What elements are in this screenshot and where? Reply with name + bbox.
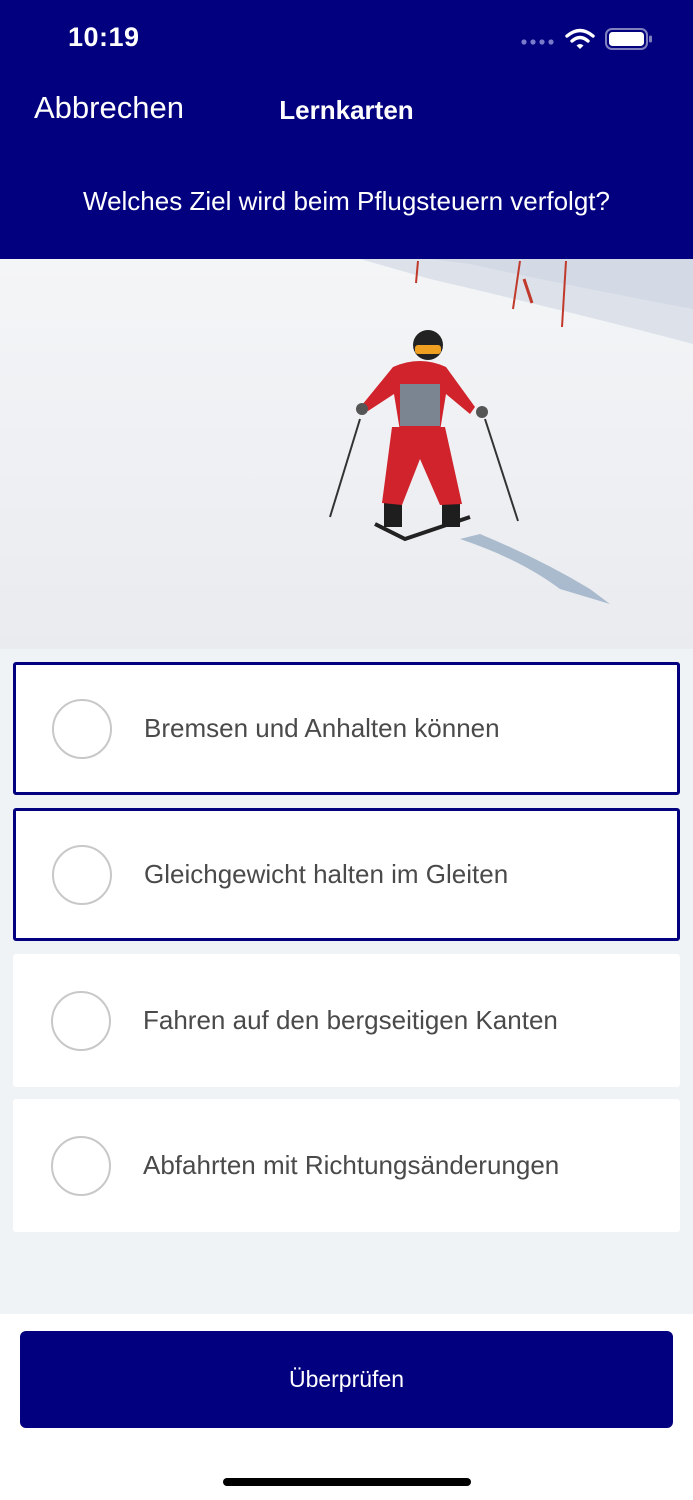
page-title: Lernkarten	[279, 95, 414, 125]
radio-icon[interactable]	[51, 990, 111, 1051]
wifi-icon	[565, 28, 595, 55]
status-icons	[521, 27, 653, 56]
answer-option-4[interactable]: Abfahrten mit Richtungsänderungen	[13, 1099, 680, 1232]
skier-photo	[0, 259, 693, 649]
answer-label: Abfahrten mit Richtungsänderungen	[143, 1150, 560, 1180]
answer-option-1[interactable]: Bremsen und Anhalten können	[13, 662, 680, 795]
radio-icon[interactable]	[52, 844, 112, 905]
header: 10:19 Abbrechen Lernkarten Welches Ziel …	[0, 0, 693, 259]
question-text: Welches Ziel wird beim Pflugsteuern verf…	[83, 186, 610, 216]
answer-label: Gleichgewicht halten im Gleiten	[144, 859, 509, 889]
answer-label: Fahren auf den bergseitigen Kanten	[143, 1005, 558, 1035]
status-time: 10:19	[68, 22, 140, 52]
home-indicator[interactable]	[223, 1478, 471, 1486]
radio-icon[interactable]	[52, 698, 112, 759]
answer-option-2[interactable]: Gleichgewicht halten im Gleiten	[13, 808, 680, 941]
battery-icon	[605, 27, 653, 56]
check-button[interactable]: Überprüfen	[20, 1331, 673, 1428]
answer-option-3[interactable]: Fahren auf den bergseitigen Kanten	[13, 954, 680, 1087]
signal-icon	[521, 33, 555, 51]
radio-icon[interactable]	[51, 1135, 111, 1196]
footer: Überprüfen	[0, 1314, 693, 1500]
answer-label: Bremsen und Anhalten können	[144, 713, 500, 743]
